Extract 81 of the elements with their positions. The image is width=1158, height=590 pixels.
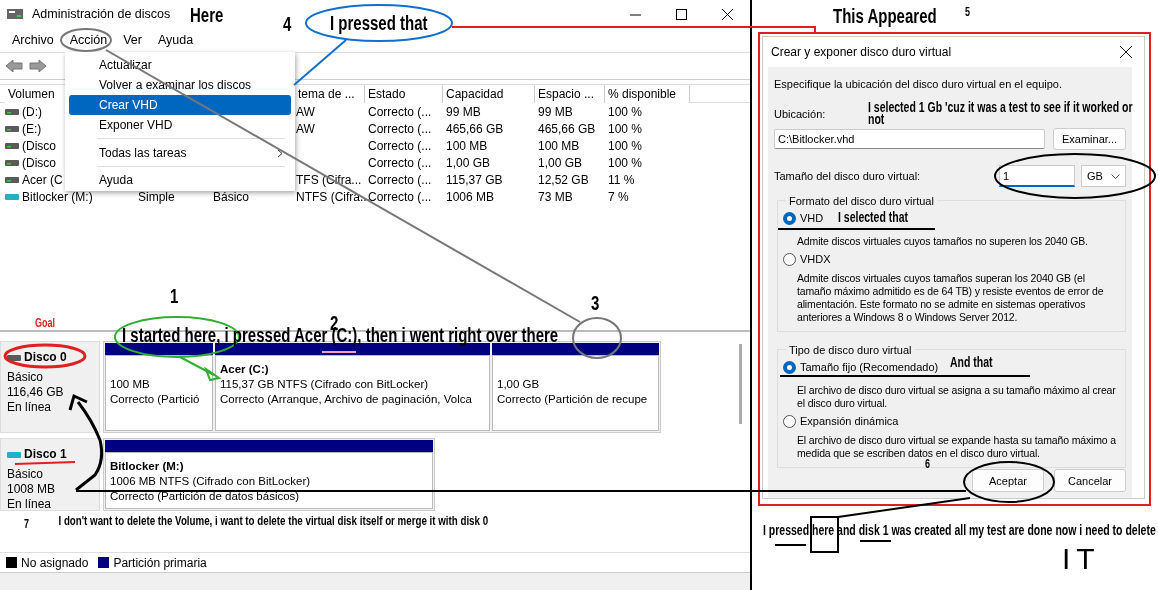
table-cell: 99 MB (538, 104, 573, 119)
legend-label: No asignado (21, 555, 89, 570)
disk-state: En línea (7, 400, 52, 415)
table-cell: Bitlocker (M:) (22, 189, 93, 204)
disk-name: Disco 0 (24, 350, 67, 365)
option-description: El archivo de disco duro virtual se expande hasta su tamaño máximo a medida que se escriben datos en el disco duro virtual. (797, 434, 1117, 459)
table-cell: 12,52 GB (538, 172, 589, 187)
annotation-text: IT (1062, 542, 1101, 575)
partition-detail: 1006 MB NTFS (Cifrado con BitLocker) (110, 474, 311, 489)
table-cell: TFS (Cifra... (296, 172, 362, 187)
table-cell: Básico (213, 189, 250, 204)
table-cell: 11 % (608, 172, 635, 187)
partition-detail: Correcto (Arranque, Archivo de paginación, Volca (220, 392, 472, 407)
table-cell: 99 MB (446, 104, 481, 119)
table-cell: Correcto (... (368, 155, 432, 170)
step-number: 4 (283, 13, 292, 35)
table-cell: Acer (C (22, 172, 63, 187)
table-cell: (E:) (22, 121, 42, 136)
partition-name: Acer (C:) (220, 362, 269, 377)
disk-state: En línea (7, 497, 52, 512)
disk-size: 1008 MB (7, 482, 56, 497)
dialog-title: Crear y exponer disco duro virtual (771, 45, 952, 59)
partition-detail: 100 MB (110, 377, 150, 392)
disk-type: Básico (7, 467, 44, 482)
disk-name: Disco 1 (24, 447, 67, 462)
partition-detail: 115,37 GB NTFS (Cifrado con BitLocker) (220, 377, 429, 392)
table-cell: 465,66 GB (446, 121, 504, 136)
step-number: 6 (925, 458, 930, 472)
step-number: 1 (170, 285, 179, 307)
table-cell: 100 % (608, 104, 643, 119)
annotation-text: I pressed that (330, 12, 428, 34)
step-number: 5 (965, 6, 970, 20)
table-cell: Correcto (... (368, 121, 432, 136)
partition-detail: 1,00 GB (497, 377, 540, 392)
annotation-text: And that (950, 355, 993, 371)
instruction-text: Especifique la ubicación del disco duro virtual en el equipo. (774, 77, 1063, 91)
table-cell: 100 MB (538, 138, 580, 153)
group-title: Tipo de disco duro virtual (786, 343, 915, 357)
annotation-text: I selected that (838, 210, 909, 226)
disk-size: 116,46 GB (7, 385, 64, 400)
annotation-text: Here (190, 4, 224, 26)
table-cell: 73 MB (538, 189, 573, 204)
table-cell: Correcto (... (368, 189, 432, 204)
table-cell: AW (296, 121, 315, 136)
table-cell: NTFS (Cifra... (296, 189, 370, 204)
option-description: Admite discos virtuales cuyos tamaños no superen los 2040 GB. (797, 235, 1089, 248)
partition-name: Bitlocker (M:) (110, 459, 184, 474)
table-cell: Correcto (... (368, 172, 432, 187)
legend-label: Partición primaria (113, 555, 207, 570)
disk-type: Básico (7, 370, 44, 385)
table-cell: (Disco (22, 155, 56, 170)
annotation-text: I selected 1 Gb 'cuz it was a test to see if it worked or not (868, 101, 1134, 125)
table-cell: (Disco (22, 138, 56, 153)
table-cell: 100 % (608, 155, 643, 170)
step-number: 3 (591, 292, 600, 314)
step-number: 7 (24, 518, 29, 532)
table-cell: 100 % (608, 121, 643, 136)
window-title: Administración de discos (32, 7, 171, 21)
table-cell: 1,00 GB (538, 155, 583, 170)
partition-detail: Correcto (Partición de datos básicos) (110, 489, 300, 504)
option-description: El archivo de disco duro virtual se asigna a su tamaño máximo al crear el disco duro virtual. (797, 384, 1117, 410)
table-cell: Correcto (... (368, 104, 432, 119)
option-description: Admite discos virtuales cuyos tamaños superan los 2040 GB (el tamaño máximo admitido es de 64 TB) y resiste eventos de error de alimentación. Este formato no se admite en sistemas operativos anteriores a Windows 8 o Windows Server 2012. (797, 272, 1105, 324)
table-cell: Correcto (... (368, 138, 432, 153)
table-cell: AW (296, 104, 315, 119)
table-cell: Simple (138, 189, 175, 204)
table-cell: 1006 MB (446, 189, 495, 204)
group-title: Formato del disco duro virtual (786, 194, 937, 208)
table-cell: 7 % (608, 189, 629, 204)
table-cell: 100 % (608, 138, 643, 153)
annotation-label: Goal (35, 317, 55, 331)
table-cell: 115,37 GB (446, 172, 503, 187)
table-cell: 100 MB (446, 138, 488, 153)
table-cell: 1,00 GB (446, 155, 491, 170)
table-cell: (D:) (22, 104, 42, 119)
partition-detail: Correcto (Partició (110, 392, 200, 407)
field-label: Tamaño del disco duro virtual: (774, 170, 921, 182)
partition-detail: Correcto (Partición de recupe (497, 392, 648, 407)
field-label: Ubicación: (774, 107, 826, 121)
table-cell: 465,66 GB (538, 121, 596, 136)
annotation-text: This Appeared (833, 5, 937, 27)
